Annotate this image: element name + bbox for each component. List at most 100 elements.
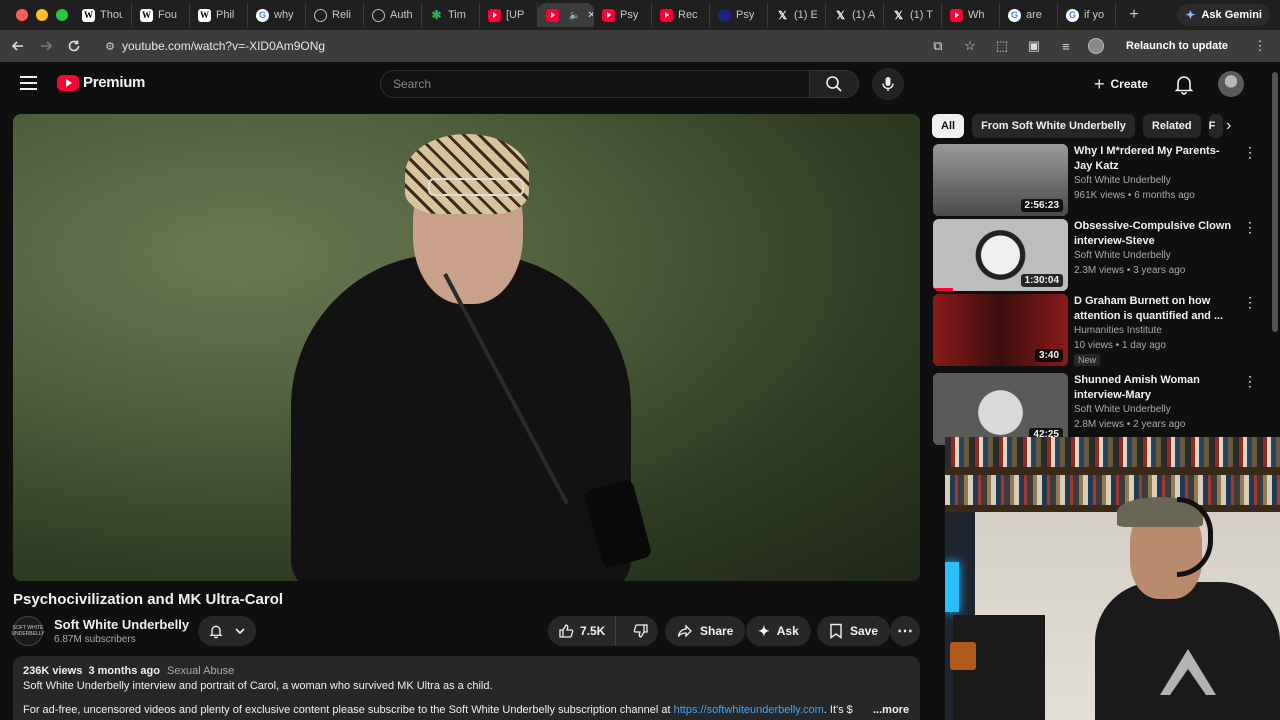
browser-tab[interactable]: Gare <box>1000 3 1058 27</box>
audio-playing-icon[interactable]: 🔈 <box>569 10 580 21</box>
recommended-video[interactable]: 2:56:23 Why I M*rdered My Parents-Jay Kat… <box>933 144 1263 216</box>
browser-tab[interactable]: [UP <box>480 3 538 27</box>
profile-avatar[interactable] <box>1087 38 1104 54</box>
filter-chips: All From Soft White Underbelly Related F <box>932 114 1223 138</box>
install-app-icon[interactable]: ⧉ <box>928 36 948 56</box>
bookmark-star-icon[interactable]: ☆ <box>960 36 980 56</box>
arrow-left-icon <box>11 41 23 51</box>
browser-tab[interactable]: Wh <box>942 3 1000 27</box>
notifications-bell-icon[interactable] <box>1172 72 1196 96</box>
voice-search-button[interactable] <box>872 68 904 100</box>
search-input[interactable] <box>393 77 809 91</box>
recommended-video-channel[interactable]: Soft White Underbelly <box>1074 175 1171 186</box>
channel-avatar[interactable]: SOFT WHITE UNDERBELLY <box>12 616 45 646</box>
menu-kebab-icon[interactable]: ⋮ <box>1250 36 1270 56</box>
account-avatar[interactable] <box>1218 71 1244 97</box>
tab-label: Phil <box>216 9 235 21</box>
video-options-kebab-icon[interactable]: ⋮ <box>1243 220 1257 234</box>
close-tab-icon[interactable]: ✕ <box>587 10 593 21</box>
create-button[interactable]: + Create <box>1086 70 1156 98</box>
recommended-video[interactable]: 1:30:04 Obsessive-Compulsive Clown interv… <box>933 219 1263 291</box>
channel-name[interactable]: Soft White Underbelly <box>54 617 189 632</box>
close-window-button[interactable] <box>16 9 28 21</box>
plus-icon: + <box>1094 74 1105 94</box>
site-info-icon[interactable]: ⚙ <box>98 40 122 53</box>
dislike-button[interactable] <box>623 616 659 646</box>
youtube-premium-logo[interactable]: Premium <box>57 74 145 91</box>
tab-label: Psy <box>736 9 755 21</box>
recommended-video-title[interactable]: D Graham Burnett on how attention is qua… <box>1074 294 1236 324</box>
side-panel-icon[interactable]: ▣ <box>1024 36 1044 56</box>
browser-tab[interactable]: Reli <box>306 3 364 27</box>
ask-gemini-label: Ask Gemini <box>1201 9 1262 21</box>
recommended-video-channel[interactable]: Soft White Underbelly <box>1074 404 1171 415</box>
search-button[interactable] <box>809 70 859 98</box>
browser-tab[interactable]: 𝕏 (1) E <box>768 3 826 27</box>
guide-menu-icon[interactable] <box>20 76 37 90</box>
recommended-video-title[interactable]: Shunned Amish Woman interview-Mary <box>1074 373 1236 403</box>
video-player[interactable] <box>13 114 920 581</box>
x-icon: 𝕏 <box>894 9 903 22</box>
video-thumbnail[interactable]: 2:56:23 <box>933 144 1068 216</box>
recommended-video[interactable]: 3:40 D Graham Burnett on how attention is… <box>933 294 1263 366</box>
video-thumbnail[interactable]: 1:30:04 <box>933 219 1068 291</box>
recommended-video-title[interactable]: Why I M*rdered My Parents-Jay Katz <box>1074 144 1236 174</box>
bookmark-icon <box>830 623 842 639</box>
save-button[interactable]: Save <box>817 616 891 646</box>
recommended-video-channel[interactable]: Soft White Underbelly <box>1074 250 1171 261</box>
page-scrollbar[interactable] <box>1270 62 1280 437</box>
recommended-video-channel[interactable]: Humanities Institute <box>1074 325 1162 336</box>
filter-chip[interactable]: All <box>932 114 965 138</box>
back-button[interactable] <box>4 32 32 60</box>
relaunch-button[interactable]: Relaunch to update <box>1116 35 1238 57</box>
minimize-window-button[interactable] <box>36 9 48 21</box>
search-box[interactable] <box>380 70 810 98</box>
category-tag[interactable]: Sexual Abuse <box>167 665 234 677</box>
extensions-icon[interactable]: ⬚ <box>992 36 1012 56</box>
browser-tab[interactable]: 𝕏 (1) A <box>826 3 884 27</box>
browser-tab[interactable]: Gwhy <box>248 3 306 27</box>
video-options-kebab-icon[interactable]: ⋮ <box>1243 374 1257 388</box>
media-controls-icon[interactable]: ≡ <box>1056 36 1076 56</box>
video-options-kebab-icon[interactable]: ⋮ <box>1243 145 1257 159</box>
browser-tab[interactable]: W Fou <box>132 3 190 27</box>
chips-next-chevron-icon[interactable]: › <box>1226 117 1231 135</box>
description-box[interactable]: 236K views 3 months ago Sexual Abuse Sof… <box>13 656 920 720</box>
more-actions-button[interactable]: ⋯ <box>890 616 920 646</box>
browser-tab[interactable]: Auth <box>364 3 422 27</box>
maximize-window-button[interactable] <box>56 9 68 21</box>
recommended-video[interactable]: 42:25 Shunned Amish Woman interview-Mary S… <box>933 373 1263 445</box>
filter-chip[interactable]: Related <box>1142 114 1201 138</box>
like-button[interactable]: 7.5K <box>548 616 617 646</box>
filter-chip[interactable]: F <box>1208 114 1223 138</box>
video-frame-glasses <box>428 178 524 196</box>
video-options-kebab-icon[interactable]: ⋮ <box>1243 295 1257 309</box>
subscribed-notifications-button[interactable] <box>198 616 256 646</box>
browser-tab[interactable]: 𝕏 (1) T <box>884 3 942 27</box>
share-button[interactable]: Share <box>665 616 746 646</box>
description-meta: 236K views 3 months ago Sexual Abuse <box>23 664 910 679</box>
reload-button[interactable] <box>60 32 88 60</box>
recommended-video-title[interactable]: Obsessive-Compulsive Clown interview-Ste… <box>1074 219 1236 249</box>
show-more-button[interactable]: ...more <box>873 703 909 718</box>
video-thumbnail[interactable]: 42:25 <box>933 373 1068 445</box>
ask-button[interactable]: ✦ Ask <box>746 616 811 646</box>
browser-tab[interactable]: W Thou <box>74 3 132 27</box>
tab-label: if yo <box>1084 9 1105 21</box>
browser-tab[interactable]: P🔈✕ <box>538 3 594 27</box>
browser-tab[interactable]: ✱ Tim <box>422 3 480 27</box>
browser-tab[interactable]: Psy <box>594 3 652 27</box>
browser-tab[interactable]: Gif yo <box>1058 3 1116 27</box>
arrow-right-icon <box>41 41 53 51</box>
browser-tab[interactable]: Psy <box>710 3 768 27</box>
description-line-2-text: For ad-free, uncensored videos and plent… <box>23 704 674 716</box>
scrollbar-thumb[interactable] <box>1272 72 1278 332</box>
browser-tab[interactable]: Rec <box>652 3 710 27</box>
new-tab-button[interactable]: + <box>1122 6 1146 24</box>
subscription-channel-link[interactable]: https://softwhiteunderbelly.com <box>674 704 824 716</box>
video-thumbnail[interactable]: 3:40 <box>933 294 1068 366</box>
browser-tab[interactable]: W Phil <box>190 3 248 27</box>
filter-chip[interactable]: From Soft White Underbelly <box>972 114 1135 138</box>
ask-gemini-button[interactable]: ✦ Ask Gemini <box>1177 4 1270 26</box>
forward-button[interactable] <box>32 32 60 60</box>
